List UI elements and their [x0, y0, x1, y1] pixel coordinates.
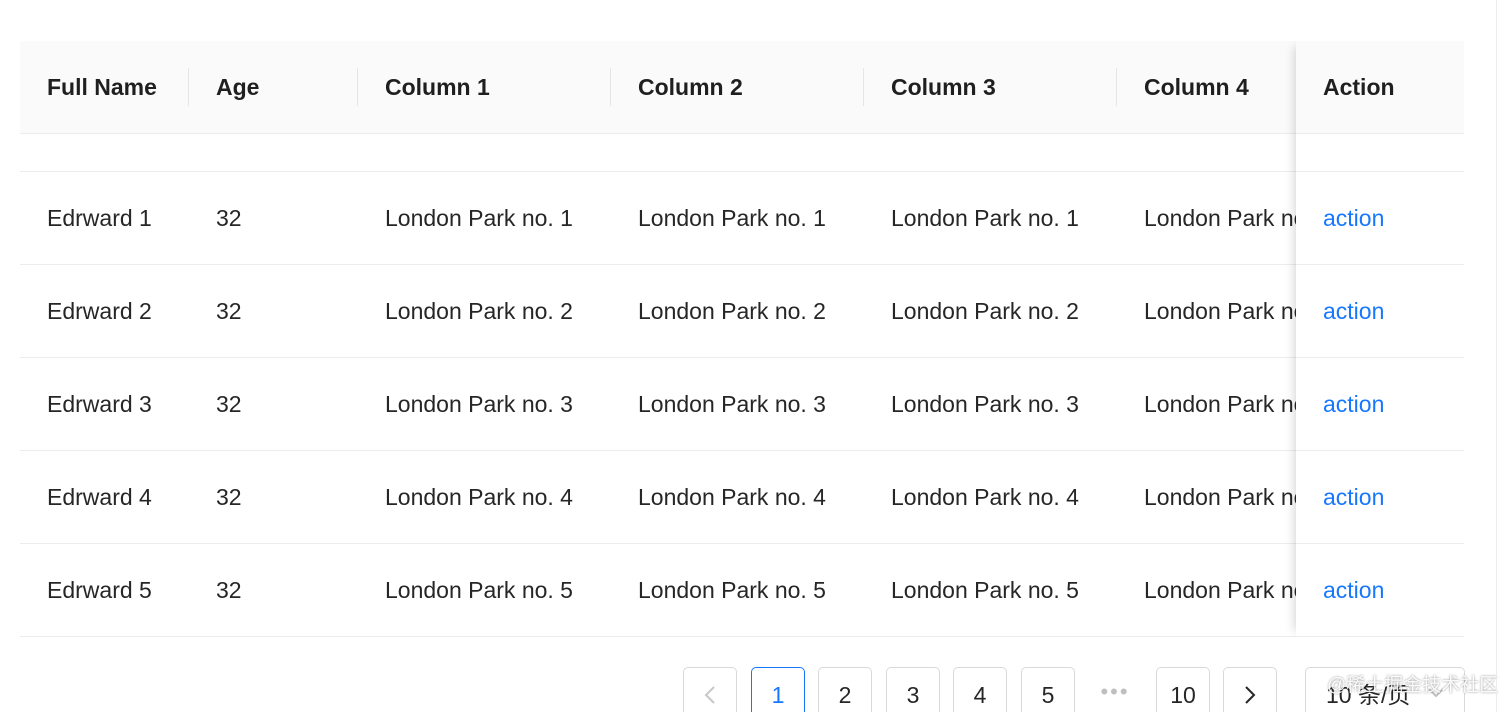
cell-full-name: Edrward 2: [47, 298, 152, 324]
page-edge-divider: [1496, 0, 1497, 712]
action-link[interactable]: action: [1323, 298, 1384, 324]
pagination: 1 2 3 4 5 ••• 10 10 条/页: [0, 667, 1512, 712]
cell-column-4: London Park no. 5: [1144, 577, 1297, 603]
cell-full-name: Edrward 5: [47, 577, 152, 603]
cell-column-2: London Park no. 5: [638, 577, 826, 603]
cell-age: 32: [216, 484, 242, 510]
table-row[interactable]: Edrward 5 32 London Park no. 5 London Pa…: [20, 544, 1464, 637]
page-button-1[interactable]: 1: [751, 667, 805, 712]
cell-column-3: London Park no. 3: [891, 391, 1079, 417]
header-full-name[interactable]: Full Name: [47, 41, 157, 133]
action-link[interactable]: action: [1323, 577, 1384, 603]
cell-full-name: Edrward 1: [47, 205, 152, 231]
cell-full-name: Edrward 3: [47, 391, 152, 417]
cell-column-3: London Park no. 5: [891, 577, 1079, 603]
cell-action: action: [1296, 172, 1464, 265]
header-separator: [1116, 68, 1117, 106]
jump-next-ellipsis[interactable]: •••: [1088, 667, 1142, 712]
cell-column-1: London Park no. 4: [385, 484, 573, 510]
cell-column-1: London Park no. 1: [385, 205, 573, 231]
page-button-3[interactable]: 3: [886, 667, 940, 712]
header-separator: [610, 68, 611, 106]
scrolled-row-remnant: [20, 134, 1464, 172]
data-table: Full Name Age Column 1 Column 2 Column 3…: [20, 41, 1464, 637]
header-separator: [357, 68, 358, 106]
cell-column-2: London Park no. 2: [638, 298, 826, 324]
cell-column-1: London Park no. 5: [385, 577, 573, 603]
chevron-left-icon: [704, 686, 715, 704]
cell-age: 32: [216, 205, 242, 231]
cell-column-3: London Park no. 2: [891, 298, 1079, 324]
action-link[interactable]: action: [1323, 205, 1384, 231]
page-button-2[interactable]: 2: [818, 667, 872, 712]
table-header: Full Name Age Column 1 Column 2 Column 3…: [20, 41, 1464, 134]
cell-column-4: London Park no. 4: [1144, 484, 1297, 510]
header-column-4[interactable]: Column 4: [1144, 41, 1249, 133]
cell-column-2: London Park no. 1: [638, 205, 826, 231]
header-column-2[interactable]: Column 2: [638, 41, 743, 133]
cell-column-2: London Park no. 4: [638, 484, 826, 510]
cell-action: action: [1296, 451, 1464, 544]
cell-column-3: London Park no. 1: [891, 205, 1079, 231]
watermark: @稀土掘金技术社区: [1327, 675, 1499, 696]
table-row[interactable]: Edrward 1 32 London Park no. 1 London Pa…: [20, 172, 1464, 265]
cell-column-4: London Park no. 2: [1144, 298, 1297, 324]
page-button-10[interactable]: 10: [1156, 667, 1210, 712]
cell-column-1: London Park no. 2: [385, 298, 573, 324]
cell-column-3: London Park no. 4: [891, 484, 1079, 510]
page-button-4[interactable]: 4: [953, 667, 1007, 712]
cell-action: action: [1296, 544, 1464, 637]
table-row[interactable]: Edrward 4 32 London Park no. 4 London Pa…: [20, 451, 1464, 544]
fixed-action-column: Action action action action action actio…: [1296, 41, 1464, 637]
cell-age: 32: [216, 577, 242, 603]
table-row[interactable]: Edrward 2 32 London Park no. 2 London Pa…: [20, 265, 1464, 358]
action-link[interactable]: action: [1323, 484, 1384, 510]
cell-age: 32: [216, 391, 242, 417]
cell-full-name: Edrward 4: [47, 484, 152, 510]
header-age[interactable]: Age: [216, 41, 259, 133]
cell-age: 32: [216, 298, 242, 324]
header-action[interactable]: Action: [1296, 41, 1464, 134]
header-column-3[interactable]: Column 3: [891, 41, 996, 133]
header-separator: [188, 68, 189, 106]
cell-action: action: [1296, 265, 1464, 358]
header-separator: [863, 68, 864, 106]
cell-action: action: [1296, 358, 1464, 451]
action-link[interactable]: action: [1323, 391, 1384, 417]
page-button-5[interactable]: 5: [1021, 667, 1075, 712]
cell-column-4: London Park no. 1: [1144, 205, 1297, 231]
table-row[interactable]: Edrward 3 32 London Park no. 3 London Pa…: [20, 358, 1464, 451]
cell-column-2: London Park no. 3: [638, 391, 826, 417]
cell-column-1: London Park no. 3: [385, 391, 573, 417]
next-page-button[interactable]: [1223, 667, 1277, 712]
cell-column-4: London Park no. 3: [1144, 391, 1297, 417]
page: Full Name Age Column 1 Column 2 Column 3…: [0, 0, 1512, 712]
chevron-right-icon: [1245, 686, 1256, 704]
header-column-1[interactable]: Column 1: [385, 41, 490, 133]
prev-page-button[interactable]: [683, 667, 737, 712]
